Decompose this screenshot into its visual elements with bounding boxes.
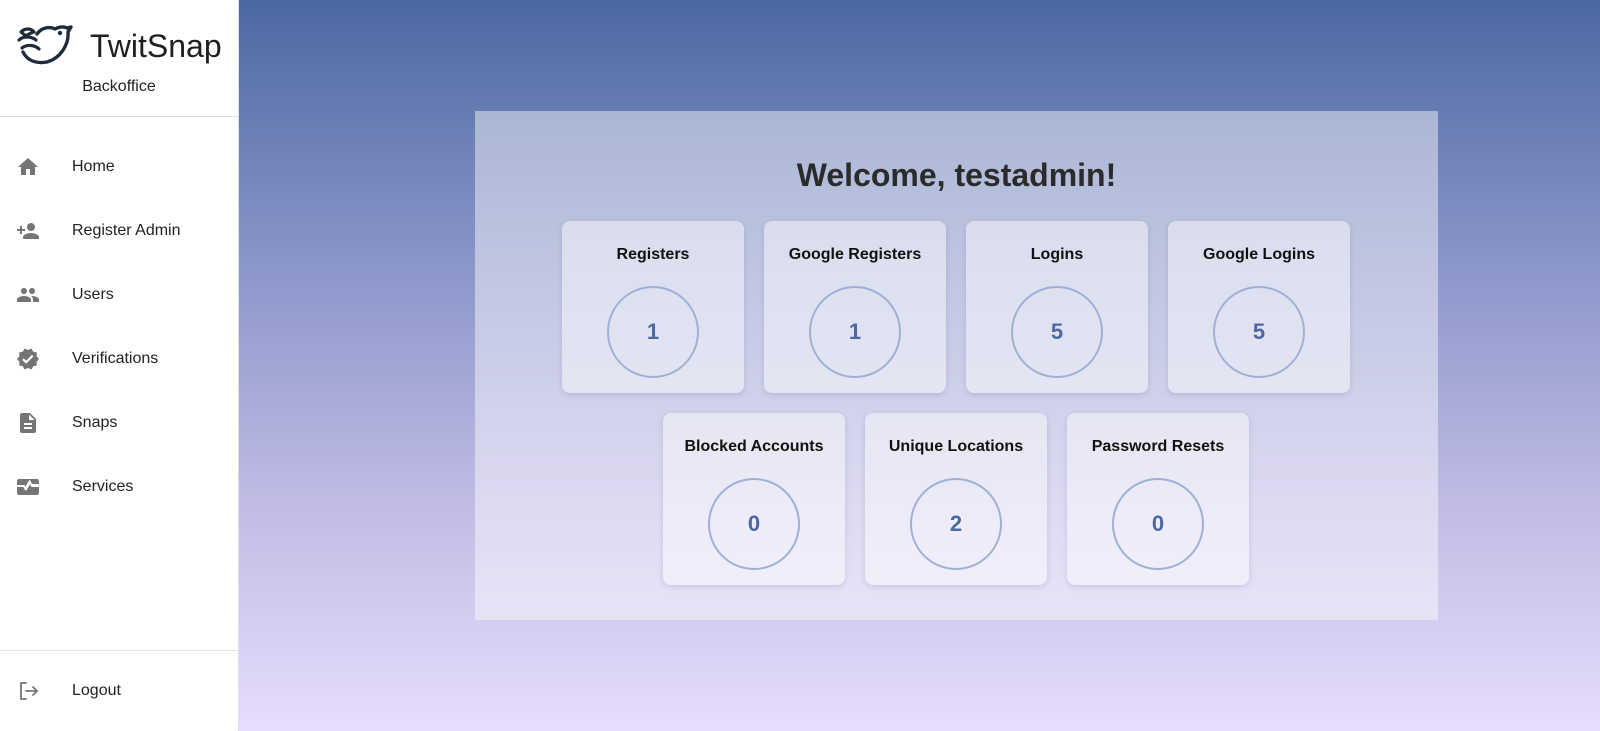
stat-title: Blocked Accounts (684, 438, 824, 455)
stat-value: 1 (607, 286, 699, 378)
stat-value: 5 (1011, 286, 1103, 378)
sidebar-item-label: Services (72, 478, 134, 495)
sidebar-item-services[interactable]: Services (0, 455, 238, 519)
welcome-heading: Welcome, testadmin! (796, 157, 1117, 193)
document-icon (0, 411, 72, 435)
sidebar-item-snaps[interactable]: Snaps (0, 391, 238, 455)
stat-card-logins: Logins 5 (966, 221, 1148, 393)
stat-title: Logins (1030, 246, 1084, 263)
stat-value: 2 (910, 478, 1002, 570)
sidebar-item-label: Snaps (72, 414, 118, 431)
monitor-heart-icon (0, 475, 72, 499)
sidebar-item-verifications[interactable]: Verifications (0, 327, 238, 391)
stat-title: Google Registers (788, 246, 922, 263)
people-icon (0, 283, 72, 307)
logout-section: Logout (0, 650, 238, 731)
stat-card-unique-locations: Unique Locations 2 (865, 413, 1047, 585)
stat-card-google-registers: Google Registers 1 (764, 221, 946, 393)
bird-logo-icon (17, 25, 73, 65)
stat-title: Registers (616, 246, 690, 263)
verified-icon (0, 347, 72, 371)
home-icon (0, 155, 72, 179)
stat-value: 0 (708, 478, 800, 570)
stat-title: Unique Locations (888, 438, 1024, 455)
stat-card-google-logins: Google Logins 5 (1168, 221, 1350, 393)
sidebar-item-label: Verifications (72, 350, 159, 367)
logout-icon (0, 679, 72, 703)
dashboard-panel: Welcome, testadmin! Registers 1 Google R… (475, 111, 1438, 620)
stat-title: Password Resets (1091, 438, 1225, 455)
stat-value: 5 (1213, 286, 1305, 378)
brand-header: TwitSnap Backoffice (0, 0, 238, 117)
stat-card-password-resets: Password Resets 0 (1067, 413, 1249, 585)
person-add-icon (0, 219, 72, 243)
sidebar-nav: Home Register Admin Users Verifications … (0, 117, 238, 650)
stat-value: 1 (809, 286, 901, 378)
stat-card-blocked-accounts: Blocked Accounts 0 (663, 413, 845, 585)
sidebar-item-users[interactable]: Users (0, 263, 238, 327)
stat-card-registers: Registers 1 (562, 221, 744, 393)
sidebar-item-label: Register Admin (72, 222, 181, 239)
sidebar-item-home[interactable]: Home (0, 135, 238, 199)
brand-subtitle: Backoffice (82, 78, 156, 95)
stat-value: 0 (1112, 478, 1204, 570)
sidebar: TwitSnap Backoffice Home Register Admin … (0, 0, 239, 731)
sidebar-item-label: Users (72, 286, 114, 303)
sidebar-item-label: Home (72, 158, 115, 175)
brand-name: TwitSnap (90, 28, 222, 64)
sidebar-item-register-admin[interactable]: Register Admin (0, 199, 238, 263)
logout-label: Logout (72, 682, 121, 699)
main-content: Welcome, testadmin! Registers 1 Google R… (239, 0, 1600, 731)
logout-button[interactable]: Logout (0, 659, 238, 723)
stat-title: Google Logins (1203, 246, 1315, 263)
